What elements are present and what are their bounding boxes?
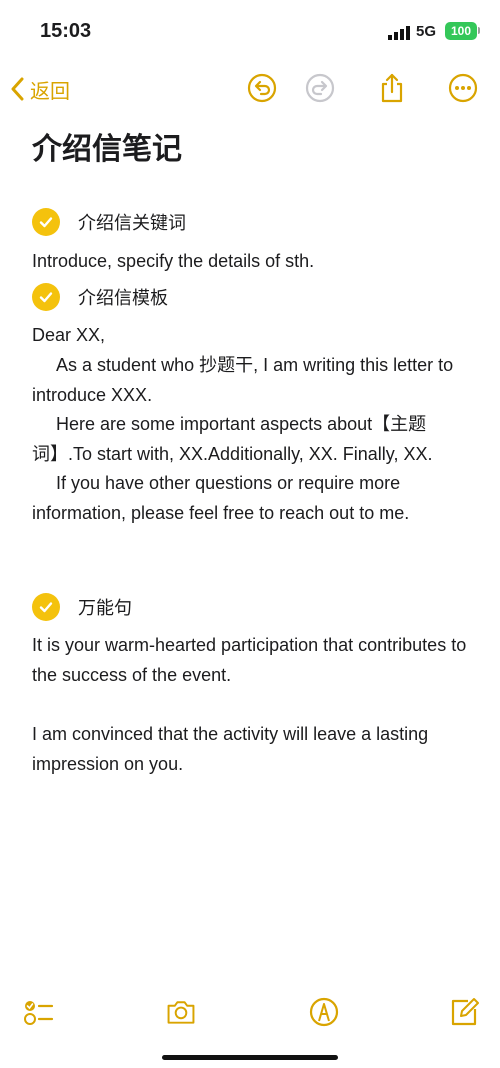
note-text-closing[interactable]: If you have other questions or require m… [32, 468, 472, 528]
note-title[interactable]: 介绍信笔记 [32, 124, 182, 168]
back-chevron-icon [11, 77, 24, 101]
battery-tip [478, 27, 480, 34]
note-text-phrase-1[interactable]: It is your warm-hearted participation th… [32, 630, 472, 690]
status-time: 15:03 [40, 20, 92, 42]
back-button[interactable]: 返回 [10, 74, 70, 104]
note-text-intro[interactable]: As a student who 抄题干, I am writing this … [32, 350, 472, 410]
bottom-toolbar [0, 990, 500, 1040]
checklist-label: 万能句 [78, 598, 132, 618]
checklist-label: 介绍信关键词 [78, 213, 186, 233]
undo-icon[interactable] [246, 72, 278, 104]
network-type: 5G [416, 23, 437, 40]
checklist-label: 介绍信模板 [78, 288, 168, 308]
status-bar: 15:03 5G 100 [0, 0, 500, 60]
checklist-icon[interactable] [22, 996, 54, 1028]
checklist-item-keywords[interactable]: 介绍信关键词 [32, 208, 186, 236]
share-icon[interactable] [376, 72, 408, 104]
note-text-keywords[interactable]: Introduce, specify the details of sth. [32, 246, 472, 276]
more-icon[interactable] [447, 72, 479, 104]
checked-circle-icon[interactable] [32, 208, 60, 236]
note-text-phrase-2[interactable]: I am convinced that the activity will le… [32, 719, 472, 779]
compose-icon[interactable] [448, 996, 480, 1028]
markup-icon[interactable] [308, 996, 340, 1028]
note-toolbar: 返回 [0, 66, 500, 116]
checked-circle-icon[interactable] [32, 283, 60, 311]
signal-icon [388, 26, 410, 40]
home-indicator[interactable] [162, 1055, 338, 1060]
checklist-item-phrases[interactable]: 万能句 [32, 593, 132, 621]
camera-icon[interactable] [165, 996, 197, 1028]
note-text-aspects[interactable]: Here are some important aspects about【主题… [32, 409, 472, 469]
battery-indicator: 100 [445, 22, 477, 40]
checked-circle-icon[interactable] [32, 593, 60, 621]
back-label: 返回 [30, 80, 70, 103]
note-text-greeting[interactable]: Dear XX, [32, 320, 472, 350]
redo-icon[interactable] [304, 72, 336, 104]
checklist-item-template[interactable]: 介绍信模板 [32, 283, 168, 311]
